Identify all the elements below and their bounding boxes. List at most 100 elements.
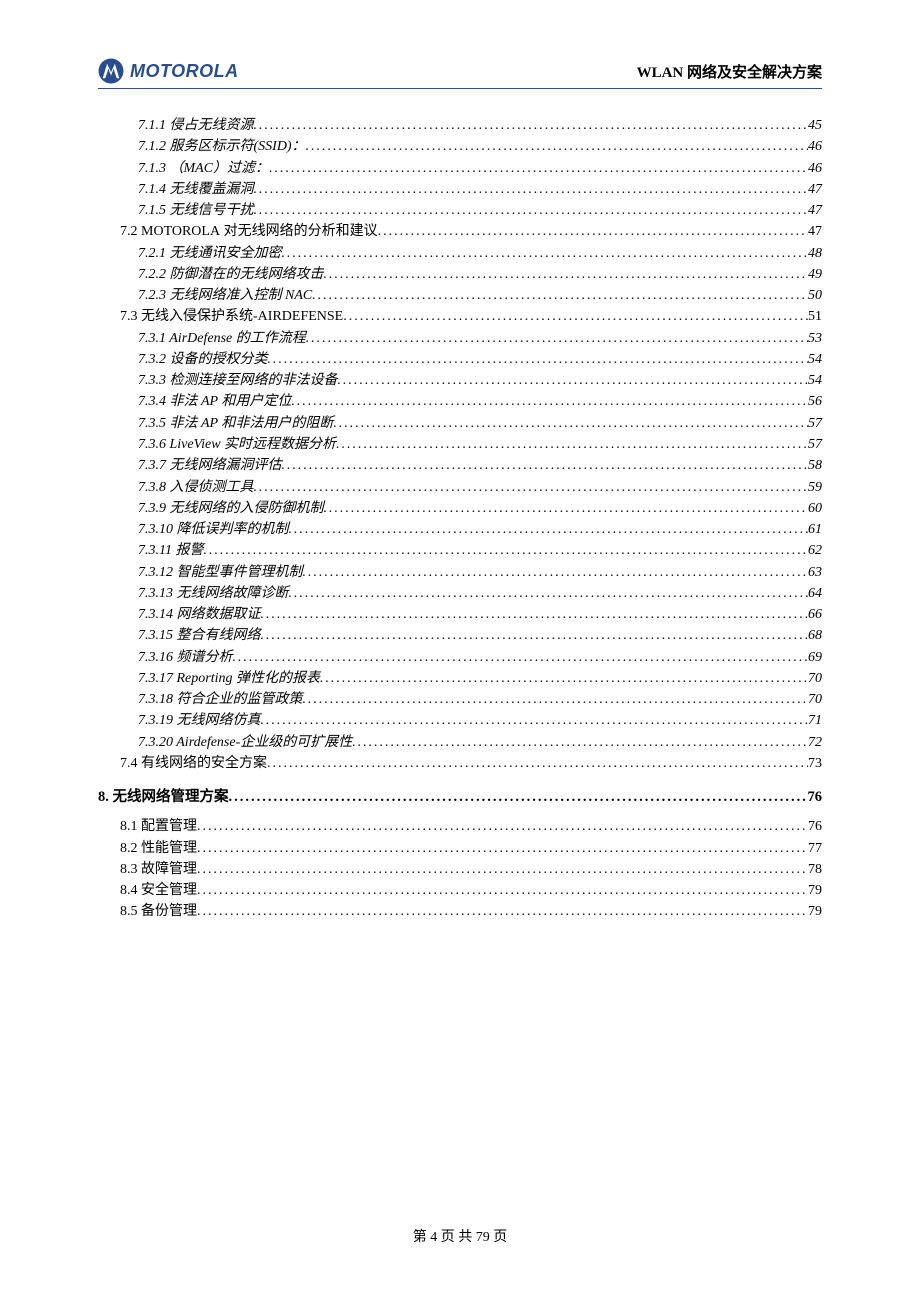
toc-entry-page: 63 <box>808 562 822 583</box>
toc-entry-title: 7.3.5 非法 AP 和非法用户的阻断 <box>138 413 333 434</box>
document-title: WLAN 网络及安全解决方案 <box>637 61 822 82</box>
toc-leader-dots: ........................................… <box>282 455 809 476</box>
brand-logo: MOTOROLA <box>98 58 239 84</box>
toc-entry-page: 57 <box>808 413 822 434</box>
toc-entry-page: 68 <box>808 625 822 646</box>
toc-leader-dots: ........................................… <box>338 370 809 391</box>
toc-entry-title: 7.1.5 无线信号干扰 <box>138 200 254 221</box>
motorola-icon <box>98 58 124 84</box>
toc-entry-page: 78 <box>808 859 822 880</box>
toc-leader-dots: ........................................… <box>303 562 809 583</box>
toc-entry-title: 8.3 故障管理 <box>120 859 197 880</box>
toc-entry-page: 46 <box>808 136 822 157</box>
toc-entry-title: 7.3.17 Reporting 弹性化的报表 <box>138 668 320 689</box>
toc-leader-dots: ........................................… <box>306 328 808 349</box>
toc-leader-dots: ........................................… <box>267 753 808 774</box>
toc-entry-page: 69 <box>808 647 822 668</box>
toc-entry: 7.4 有线网络的安全方案...........................… <box>98 753 822 774</box>
toc-leader-dots: ........................................… <box>333 413 808 434</box>
toc-leader-dots: ........................................… <box>197 816 808 837</box>
toc-entry-page: 59 <box>808 477 822 498</box>
toc-leader-dots: ........................................… <box>282 243 809 264</box>
toc-entry-title: 7.3.18 符合企业的监管政策 <box>138 689 303 710</box>
toc-entry-title: 7.1.3 （MAC）过滤： <box>138 158 269 179</box>
toc-leader-dots: ........................................… <box>233 647 809 668</box>
toc-entry: 7.3.9 无线网络的入侵防御机制.......................… <box>98 498 822 519</box>
toc-entry-title: 7.3.20 Airdefense-企业级的可扩展性 <box>138 732 352 753</box>
toc-entry-title: 7.2 MOTOROLA 对无线网络的分析和建议 <box>120 221 378 242</box>
toc-entry-title: 7.3.7 无线网络漏洞评估 <box>138 455 282 476</box>
toc-entry-page: 61 <box>808 519 822 540</box>
toc-entry-page: 47 <box>808 200 822 221</box>
toc-entry: 7.3.4 非法 AP 和用户定位.......................… <box>98 391 822 412</box>
toc-leader-dots: ........................................… <box>291 391 808 412</box>
toc-leader-dots: ........................................… <box>197 859 808 880</box>
toc-entry-title: 7.3.8 入侵侦测工具 <box>138 477 254 498</box>
toc-entry: 7.3.6 LiveView 实时远程数据分析.................… <box>98 434 822 455</box>
toc-entry-title: 7.3.3 检测连接至网络的非法设备 <box>138 370 338 391</box>
toc-entry-title: 8. 无线网络管理方案 <box>98 786 229 808</box>
toc-entry-page: 54 <box>808 349 822 370</box>
toc-entry-page: 71 <box>808 710 822 731</box>
toc-entry-title: 8.1 配置管理 <box>120 816 197 837</box>
toc-entry: 7.3.17 Reporting 弹性化的报表.................… <box>98 668 822 689</box>
toc-entry: 7.1.1 侵占无线资源............................… <box>98 115 822 136</box>
toc-leader-dots: ........................................… <box>289 583 809 604</box>
page-number: 第 4 页 共 79 页 <box>413 1230 508 1245</box>
toc-entry-title: 7.2.3 无线网络准入控制 NAC <box>138 285 312 306</box>
toc-leader-dots: ........................................… <box>197 880 808 901</box>
toc-leader-dots: ........................................… <box>229 786 808 808</box>
toc-entry-page: 48 <box>808 243 822 264</box>
toc-entry-page: 79 <box>808 901 822 922</box>
toc-entry: 7.3.15 整合有线网络...........................… <box>98 625 822 646</box>
toc-entry: 7.3.1 AirDefense 的工作流程..................… <box>98 328 822 349</box>
toc-entry: 7.3.8 入侵侦测工具............................… <box>98 477 822 498</box>
toc-entry-title: 7.3.12 智能型事件管理机制 <box>138 562 303 583</box>
toc-entry-page: 79 <box>808 880 822 901</box>
toc-entry: 8.4 安全管理................................… <box>98 880 822 901</box>
toc-leader-dots: ........................................… <box>197 901 808 922</box>
toc-entry-title: 7.3.9 无线网络的入侵防御机制 <box>138 498 324 519</box>
toc-entry-title: 7.3.15 整合有线网络 <box>138 625 261 646</box>
toc-entry: 7.3.13 无线网络故障诊断.........................… <box>98 583 822 604</box>
toc-leader-dots: ........................................… <box>343 306 808 327</box>
toc-entry-title: 7.2.1 无线通讯安全加密 <box>138 243 282 264</box>
brand-text: MOTOROLA <box>130 61 239 82</box>
toc-entry-title: 7.3.16 频谱分析 <box>138 647 233 668</box>
toc-entry: 7.2 MOTOROLA 对无线网络的分析和建议................… <box>98 221 822 242</box>
toc-entry-page: 76 <box>808 786 823 808</box>
toc-leader-dots: ........................................… <box>289 519 809 540</box>
toc-entry: 7.2.3 无线网络准入控制 NAC......................… <box>98 285 822 306</box>
toc-entry-title: 7.3.14 网络数据取证 <box>138 604 261 625</box>
page-header: MOTOROLA WLAN 网络及安全解决方案 <box>98 58 822 89</box>
document-page: MOTOROLA WLAN 网络及安全解决方案 7.1.1 侵占无线资源....… <box>0 0 920 963</box>
toc-leader-dots: ........................................… <box>312 285 808 306</box>
toc-entry-page: 73 <box>808 753 822 774</box>
toc-leader-dots: ........................................… <box>269 158 808 179</box>
toc-entry-page: 51 <box>808 306 822 327</box>
toc-entry-page: 54 <box>808 370 822 391</box>
toc-entry-page: 76 <box>808 816 822 837</box>
toc-entry-title: 7.3.6 LiveView 实时远程数据分析 <box>138 434 336 455</box>
toc-leader-dots: ........................................… <box>303 689 809 710</box>
toc-entry: 7.1.5 无线信号干扰............................… <box>98 200 822 221</box>
toc-entry-title: 7.1.4 无线覆盖漏洞 <box>138 179 254 200</box>
toc-leader-dots: ........................................… <box>261 625 809 646</box>
toc-entry-title: 7.3 无线入侵保护系统-AIRDEFENSE <box>120 306 343 327</box>
toc-entry: 7.2.2 防御潜在的无线网络攻击.......................… <box>98 264 822 285</box>
toc-leader-dots: ........................................… <box>336 434 808 455</box>
toc-entry-title: 7.3.11 报警 <box>138 540 203 561</box>
toc-leader-dots: ........................................… <box>352 732 808 753</box>
toc-entry: 7.3 无线入侵保护系统-AIRDEFENSE.................… <box>98 306 822 327</box>
toc-entry: 8.3 故障管理................................… <box>98 859 822 880</box>
toc-leader-dots: ........................................… <box>254 179 809 200</box>
toc-leader-dots: ........................................… <box>268 349 809 370</box>
toc-entry: 7.3.2 设备的授权分类...........................… <box>98 349 822 370</box>
toc-leader-dots: ........................................… <box>378 221 808 242</box>
toc-entry: 7.3.18 符合企业的监管政策........................… <box>98 689 822 710</box>
toc-leader-dots: ........................................… <box>306 136 808 157</box>
toc-entry-title: 8.4 安全管理 <box>120 880 197 901</box>
toc-entry-page: 66 <box>808 604 822 625</box>
toc-entry-page: 70 <box>808 668 822 689</box>
toc-leader-dots: ........................................… <box>254 115 809 136</box>
